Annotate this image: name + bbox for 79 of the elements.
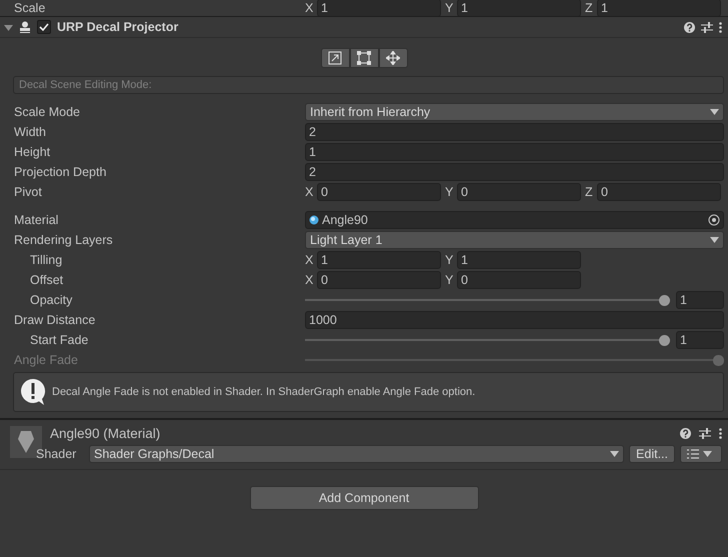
axis-label: X (305, 273, 314, 287)
number-field[interactable]: 1 (676, 331, 724, 349)
property-label: Height (14, 145, 52, 159)
foldout-icon[interactable] (4, 22, 13, 32)
bounds-icon (357, 51, 371, 65)
caret-icon (703, 451, 712, 457)
axis-label: Y (445, 253, 454, 267)
axis-label: Y (445, 185, 454, 199)
scale-icon (328, 51, 342, 65)
list-menu-button[interactable] (680, 445, 722, 463)
dropdown[interactable]: Inherit from Hierarchy (305, 103, 724, 121)
help-icon[interactable] (684, 22, 695, 32)
number-field[interactable]: 1 (457, 251, 581, 269)
list-icon (687, 449, 699, 459)
edit-mode-button[interactable] (320, 48, 350, 68)
edit-button[interactable]: Edit... (629, 445, 675, 463)
help-icon[interactable] (680, 428, 691, 439)
value-field[interactable]: 2 (305, 163, 724, 181)
property-label: Projection Depth (14, 165, 108, 179)
more-icon[interactable] (719, 22, 722, 32)
axis-label: Z (585, 1, 594, 15)
number-field[interactable]: 1 (457, 0, 581, 17)
sphere-icon (309, 215, 319, 225)
property-label: Rendering Layers (14, 233, 114, 247)
sliders-icon[interactable] (701, 22, 713, 32)
caret-icon (710, 237, 719, 243)
number-field[interactable]: 0 (597, 183, 721, 201)
material-title: Angle90 (Material) (50, 426, 162, 441)
checkmark-icon (39, 23, 49, 31)
edit-mode-button[interactable] (378, 48, 408, 68)
property-label: Pivot (14, 185, 43, 199)
property-label: Offset (30, 273, 64, 287)
help-message: Decal Angle Fade is not enabled in Shader. In ShaderGraph enable Angle Fade option. (52, 386, 476, 398)
axis-label: X (305, 1, 314, 15)
property-label: Scale Mode (14, 105, 82, 119)
number-field[interactable]: 0 (457, 183, 581, 201)
add-component-button[interactable]: Add Component (250, 486, 478, 510)
property-label: Width (14, 125, 47, 139)
property-label: Opacity (30, 293, 74, 307)
property-label: Tilling (30, 253, 64, 267)
number-field[interactable]: 0 (317, 271, 441, 289)
value-field[interactable]: 1000 (305, 311, 724, 329)
value-field[interactable]: 1 (305, 143, 724, 161)
number-field[interactable]: 1 (676, 291, 724, 309)
axis-label: Y (445, 1, 454, 15)
property-label: Angle Fade (14, 353, 79, 367)
object-field[interactable]: Angle90 (305, 211, 724, 229)
warning-icon (20, 378, 46, 406)
target-icon[interactable] (708, 214, 720, 226)
move-icon (386, 51, 400, 65)
edit-mode-button[interactable] (350, 48, 378, 68)
dropdown[interactable]: Light Layer 1 (305, 231, 724, 249)
caret-icon (610, 451, 620, 457)
component-title: URP Decal Projector (57, 20, 180, 34)
shield-icon (18, 431, 34, 453)
shader-dropdown[interactable]: Shader Graphs/Decal (89, 445, 624, 463)
property-label: Scale (14, 1, 46, 15)
value-field[interactable]: 2 (305, 123, 724, 141)
number-field[interactable]: 1 (317, 0, 441, 17)
axis-label: X (305, 185, 314, 199)
more-icon[interactable] (719, 428, 722, 439)
scene-mode-label: Decal Scene Editing Mode: (13, 76, 724, 94)
property-label: Draw Distance (14, 313, 96, 327)
slider-thumb[interactable] (659, 294, 670, 306)
enable-checkbox[interactable] (37, 20, 51, 34)
sliders-icon[interactable] (699, 428, 711, 439)
axis-label: Z (585, 185, 594, 199)
caret-icon (710, 109, 719, 115)
number-field[interactable]: 1 (317, 251, 441, 269)
stamp-icon (19, 21, 31, 33)
shader-label: Shader (36, 447, 78, 461)
slider-thumb[interactable] (659, 334, 670, 346)
property-label: Start Fade (30, 333, 90, 347)
axis-label: X (305, 253, 314, 267)
number-field[interactable]: 0 (317, 183, 441, 201)
number-field[interactable]: 1 (597, 0, 721, 17)
property-label: Material (14, 213, 60, 227)
number-field[interactable]: 0 (457, 271, 581, 289)
axis-label: Y (445, 273, 454, 287)
